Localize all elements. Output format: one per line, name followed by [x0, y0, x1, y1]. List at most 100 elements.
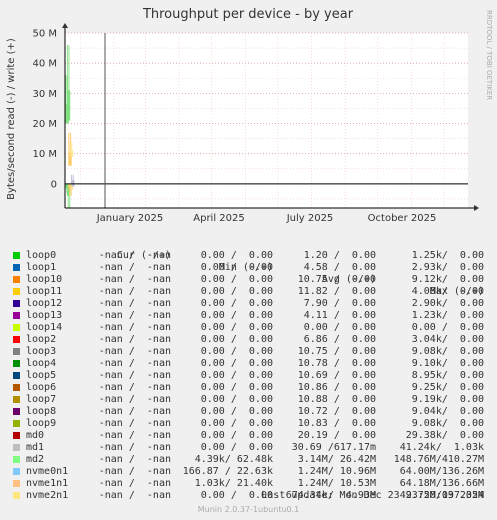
legend-avg: 1.24M/ 10.96M: [297, 466, 376, 477]
legend-name: loop2: [26, 334, 57, 345]
legend-min: 4.39k/ 62.48k: [194, 454, 273, 465]
legend-row-loop0: loop0 -nan / -nan 0.00 / 0.00 1.20 / 0.00 1.…: [0, 250, 497, 262]
legend-name: loop6: [26, 382, 57, 393]
legend-name: md0: [26, 430, 45, 441]
legend-max: 4.08k/ 0.00: [411, 286, 484, 297]
legend-min: 0.00 / 0.00: [200, 322, 273, 333]
legend-max: 9.08k/ 0.00: [411, 418, 484, 429]
legend-row-loop10: loop10 -nan / -nan 0.00 / 0.00 10.75 / 0.00…: [0, 274, 497, 286]
x-axis-arrow: [474, 205, 479, 211]
legend-cur: -nan / -nan: [98, 286, 171, 297]
legend-row-loop3: loop3 -nan / -nan 0.00 / 0.00 10.75 / 0.00 9…: [0, 346, 497, 358]
legend-min: 166.87 / 22.63k: [182, 466, 273, 477]
legend-cur: -nan / -nan: [98, 478, 171, 489]
legend-cur: -nan / -nan: [98, 430, 171, 441]
legend-avg: 10.88 / 0.00: [297, 394, 376, 405]
legend-cur: -nan / -nan: [98, 442, 171, 453]
legend-min: 0.00 / 0.00: [200, 418, 273, 429]
legend-max: 9.10k/ 0.00: [411, 358, 484, 369]
legend-row-loop11: loop11 -nan / -nan 0.00 / 0.00 11.82 / 0.00…: [0, 286, 497, 298]
legend-min: 0.00 / 0.00: [200, 370, 273, 381]
legend-rows: loop0 -nan / -nan 0.00 / 0.00 1.20 / 0.00 1.…: [0, 250, 497, 502]
legend-min: 0.00 / 0.00: [200, 442, 273, 453]
y-tick-label: 10 M: [32, 149, 57, 160]
legend-swatch: [13, 468, 20, 475]
legend-swatch: [13, 252, 20, 259]
legend-cur: -nan / -nan: [98, 250, 171, 261]
legend-max: 9.25k/ 0.00: [411, 382, 484, 393]
legend-name: loop12: [26, 298, 63, 309]
legend-avg: 6.86 / 0.00: [303, 334, 376, 345]
legend-swatch: [13, 312, 20, 319]
legend-max: 9.04k/ 0.00: [411, 406, 484, 417]
legend-max: 9.12k/ 0.00: [411, 274, 484, 285]
legend-row-md1: md1 -nan / -nan 0.00 / 0.00 30.69 /617.17m 4…: [0, 442, 497, 454]
legend-max: 9.19k/ 0.00: [411, 394, 484, 405]
legend-cur: -nan / -nan: [98, 382, 171, 393]
legend: Cur (-/+) Min (-/+) Avg (-/+) Max (-/+) …: [0, 238, 497, 502]
legend-swatch: [13, 360, 20, 367]
legend-swatch: [13, 396, 20, 403]
legend-max: 148.76M/410.27M: [393, 454, 484, 465]
legend-cur: -nan / -nan: [98, 370, 171, 381]
legend-min: 0.00 / 0.00: [200, 262, 273, 273]
legend-name: md2: [26, 454, 45, 465]
legend-row-loop13: loop13 -nan / -nan 0.00 / 0.00 4.11 / 0.00 1…: [0, 310, 497, 322]
legend-cur: -nan / -nan: [98, 310, 171, 321]
legend-avg: 4.11 / 0.00: [303, 310, 376, 321]
legend-name: loop10: [26, 274, 63, 285]
chart: Throughput per device - by year Bytes/se…: [6, 7, 493, 224]
legend-max: 64.00M/136.26M: [399, 466, 484, 477]
legend-row-loop5: loop5 -nan / -nan 0.00 / 0.00 10.69 / 0.00 8…: [0, 370, 497, 382]
legend-cur: -nan / -nan: [98, 346, 171, 357]
legend-avg: 10.86 / 0.00: [297, 382, 376, 393]
legend-avg: 1.24M/ 10.53M: [297, 478, 376, 489]
legend-min: 0.00 / 0.00: [200, 430, 273, 441]
legend-swatch: [13, 480, 20, 487]
last-update: Last update: Mon Dec 23 23:20:09 2024: [261, 490, 484, 501]
legend-avg: 4.58 / 0.00: [303, 262, 376, 273]
legend-max: 1.25k/ 0.00: [411, 250, 484, 261]
legend-avg: 30.69 /617.17m: [291, 442, 376, 453]
legend-avg: 10.69 / 0.00: [297, 370, 376, 381]
legend-min: 0.00 / 0.00: [200, 382, 273, 393]
legend-max: 2.90k/ 0.00: [411, 298, 484, 309]
legend-name: loop7: [26, 394, 57, 405]
legend-avg: 3.14M/ 26.42M: [297, 454, 376, 465]
legend-row-nvme0n1: nvme0n1 -nan / -nan 166.87 / 22.63k 1.24M/ …: [0, 466, 497, 478]
legend-name: loop1: [26, 262, 57, 273]
legend-max: 1.23k/ 0.00: [411, 310, 484, 321]
y-tick-labels: 50 M 40 M 30 M 20 M 10 M 0: [32, 29, 57, 191]
x-tick-label: January 2025: [96, 213, 164, 224]
legend-avg: 7.90 / 0.00: [303, 298, 376, 309]
legend-row-md2: md2 -nan / -nan 4.39k/ 62.48k 3.14M/ 26.42M…: [0, 454, 497, 466]
legend-name: md1: [26, 442, 45, 453]
legend-cur: -nan / -nan: [98, 322, 171, 333]
legend-name: loop13: [26, 310, 63, 321]
legend-row-loop14: loop14 -nan / -nan 0.00 / 0.00 0.00 / 0.00 0…: [0, 322, 497, 334]
legend-min: 0.00 / 0.00: [200, 406, 273, 417]
legend-swatch: [13, 264, 20, 271]
legend-header: Cur (-/+) Min (-/+) Avg (-/+) Max (-/+): [0, 238, 497, 297]
legend-row-loop4: loop4 -nan / -nan 0.00 / 0.00 10.78 / 0.00 9…: [0, 358, 497, 370]
legend-avg: 10.75 / 0.00: [297, 274, 376, 285]
legend-row-loop7: loop7 -nan / -nan 0.00 / 0.00 10.88 / 0.00 9…: [0, 394, 497, 406]
legend-avg: 1.20 / 0.00: [303, 250, 376, 261]
legend-max: 0.00 / 0.00: [411, 322, 484, 333]
legend-cur: -nan / -nan: [98, 406, 171, 417]
legend-swatch: [13, 420, 20, 427]
legend-row-md0: md0 -nan / -nan 0.00 / 0.00 20.19 / 0.00 29.…: [0, 430, 497, 442]
legend-min: 0.00 / 0.00: [200, 286, 273, 297]
legend-avg: 10.78 / 0.00: [297, 358, 376, 369]
legend-cur: -nan / -nan: [98, 454, 171, 465]
legend-name: loop0: [26, 250, 57, 261]
legend-cur: -nan / -nan: [98, 274, 171, 285]
legend-min: 0.00 / 0.00: [200, 334, 273, 345]
legend-swatch: [13, 432, 20, 439]
y-tick-label: 20 M: [32, 119, 57, 130]
x-tick-label: April 2025: [193, 213, 244, 224]
legend-swatch: [13, 288, 20, 295]
legend-name: loop9: [26, 418, 57, 429]
legend-min: 0.00 / 0.00: [200, 250, 273, 261]
legend-avg: 10.83 / 0.00: [297, 418, 376, 429]
